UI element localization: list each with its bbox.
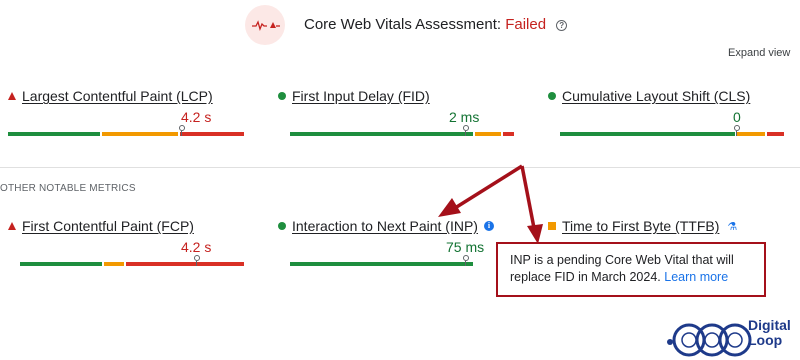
distribution-bar (8, 125, 244, 136)
help-icon[interactable]: ? (556, 20, 568, 31)
section-divider (0, 167, 800, 168)
info-icon[interactable]: i (483, 221, 494, 231)
percentile-marker (463, 125, 469, 136)
metric-label[interactable]: Largest Contentful Paint (LCP) (22, 88, 213, 104)
assessment-status-icon (245, 5, 285, 45)
needs-improvement-segment (737, 132, 765, 136)
metric-value: 4.2 s (181, 239, 212, 255)
assessment-title: Core Web Vitals Assessment: Failed ? (304, 16, 568, 33)
good-segment (20, 262, 102, 266)
metric-label[interactable]: Time to First Byte (TTFB) (562, 218, 719, 234)
metric-label[interactable]: Interaction to Next Paint (INP) (292, 218, 478, 234)
watermark-line1: Digital (748, 317, 791, 333)
good-segment (8, 132, 100, 136)
metric-value: 75 ms (446, 239, 485, 255)
inp-tooltip: INP is a pending Core Web Vital that wil… (496, 242, 766, 297)
assessment-status: Failed (505, 16, 547, 33)
watermark-text: Digital Loop (748, 318, 791, 348)
percentile-marker (463, 255, 469, 266)
assessment-label: Core Web Vitals Assessment: (304, 16, 502, 33)
good-indicator-icon (548, 92, 556, 100)
poor-segment (126, 262, 244, 266)
metric-value: 0 (733, 109, 741, 125)
good-segment (290, 132, 473, 136)
good-segment (290, 262, 473, 266)
metric-label[interactable]: Cumulative Layout Shift (CLS) (562, 88, 750, 104)
learn-more-link[interactable]: Learn more (664, 270, 728, 284)
poor-segment (503, 132, 514, 136)
percentile-marker (194, 255, 200, 266)
distribution-bar (548, 125, 784, 136)
distribution-bar (278, 255, 514, 266)
good-segment (560, 132, 735, 136)
percentile-marker (734, 125, 740, 136)
annotation-arrows (438, 164, 543, 244)
metric-label[interactable]: First Contentful Paint (FCP) (22, 218, 194, 234)
poor-segment (180, 132, 244, 136)
poor-segment (767, 132, 784, 136)
needs-improvement-segment (475, 132, 501, 136)
poor-indicator-icon (8, 222, 16, 230)
metric-value: 4.2 s (181, 109, 212, 125)
percentile-marker (179, 125, 185, 136)
distribution-bar (8, 255, 244, 266)
metric-value: 2 ms (449, 109, 480, 125)
section-heading: OTHER NOTABLE METRICS (0, 183, 136, 194)
good-indicator-icon (278, 92, 286, 100)
needs-improvement-segment (102, 132, 178, 136)
metric-label[interactable]: First Input Delay (FID) (292, 88, 430, 104)
experimental-flask-icon[interactable]: ⚗ (727, 220, 737, 233)
expand-view-button[interactable]: Expand view (728, 47, 790, 59)
poor-indicator-icon (8, 92, 16, 100)
good-indicator-icon (278, 222, 286, 230)
needs-improvement-indicator-icon (548, 222, 556, 230)
needs-improvement-segment (104, 262, 124, 266)
watermark-line2: Loop (748, 332, 783, 348)
distribution-bar (278, 125, 514, 136)
